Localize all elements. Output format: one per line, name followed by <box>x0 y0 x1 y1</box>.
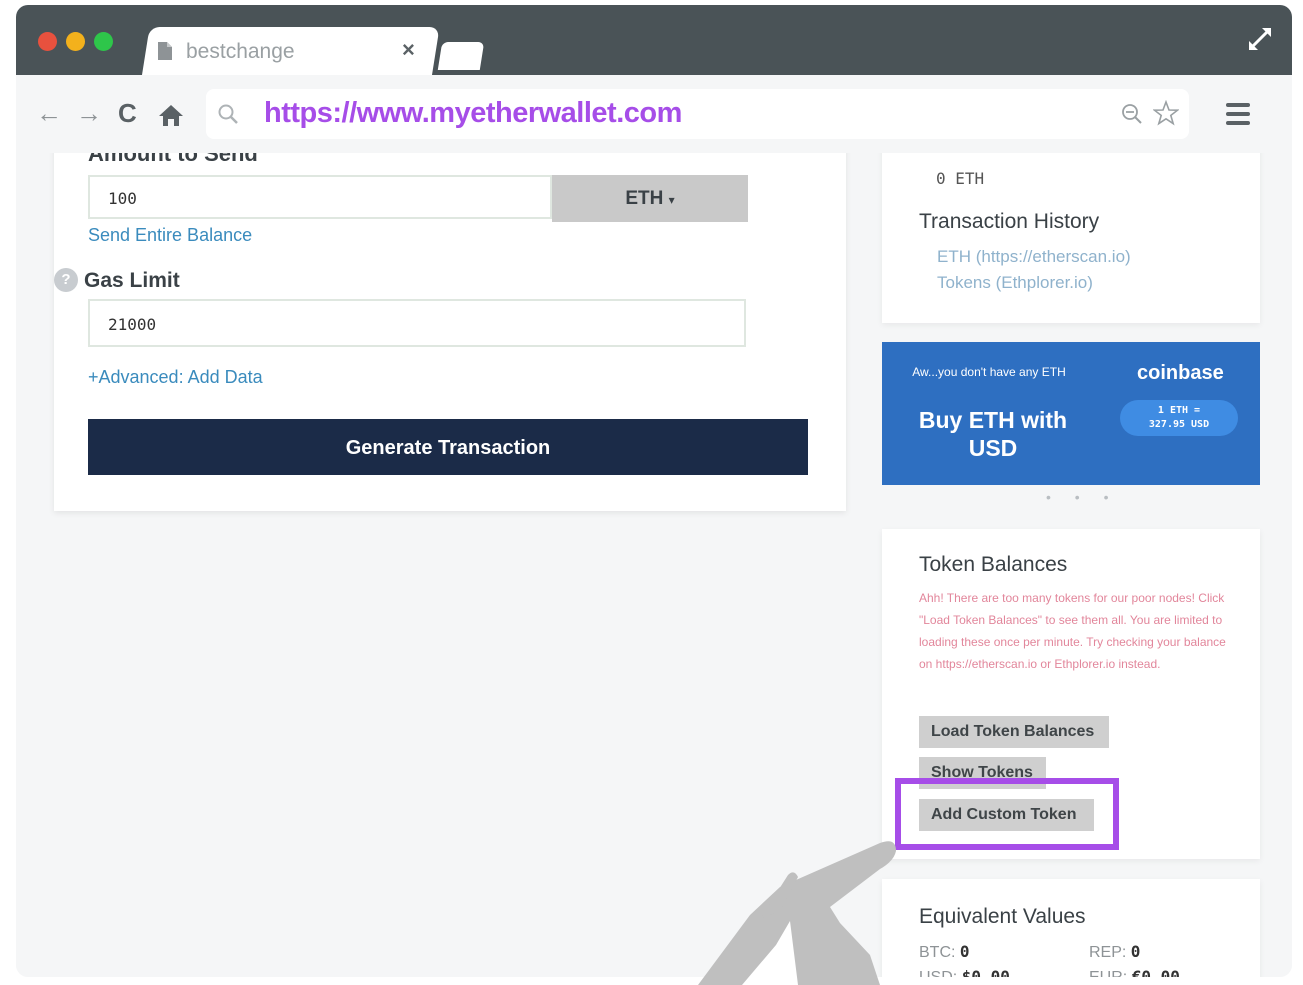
etherscan-link[interactable]: ETH (https://etherscan.io) <box>937 247 1131 267</box>
token-balances-title: Token Balances <box>919 553 1068 576</box>
address-bar[interactable]: https://www.myetherwallet.com <box>206 89 1189 139</box>
close-window-button[interactable] <box>38 32 57 51</box>
forward-arrow-icon[interactable]: → <box>76 99 102 127</box>
search-icon <box>218 104 238 124</box>
currency-dropdown[interactable]: ETH ▾ <box>552 175 748 222</box>
amount-input[interactable]: 100 <box>88 175 552 219</box>
url-text[interactable]: https://www.myetherwallet.com <box>264 97 682 130</box>
tab-title: bestchange <box>186 40 295 63</box>
equiv-eur: EUR: €0.00 <box>1089 967 1180 977</box>
minimize-window-button[interactable] <box>66 32 85 51</box>
equiv-value: 0 <box>1130 942 1141 961</box>
browser-titlebar: bestchange × <box>16 5 1292 75</box>
coinbase-logo: coinbase <box>1137 362 1224 384</box>
pointing-hand-icon <box>698 841 896 985</box>
zoom-out-icon[interactable] <box>1121 103 1143 125</box>
load-token-balances-button[interactable]: Load Token Balances <box>919 716 1109 748</box>
expand-icon[interactable] <box>1246 25 1274 53</box>
equiv-label: BTC: <box>919 944 956 961</box>
equiv-btc: BTC: 0 <box>919 942 970 962</box>
help-icon[interactable]: ? <box>54 268 78 292</box>
page-content: Amount to Send 100 ETH ▾ Send Entire Bal… <box>16 153 1292 977</box>
hamburger-menu-icon[interactable] <box>1226 103 1250 125</box>
equiv-usd: USD: $0.00 <box>919 967 1010 977</box>
amount-to-send-label: Amount to Send <box>88 153 258 166</box>
maximize-window-button[interactable] <box>94 32 113 51</box>
token-balances-note: Ahh! There are too many tokens for our p… <box>919 591 1226 671</box>
browser-tab-content[interactable]: bestchange × <box>156 27 436 75</box>
account-balance: 0 ETH <box>936 169 985 188</box>
advanced-add-data-link[interactable]: +Advanced: Add Data <box>88 367 263 388</box>
equiv-label: EUR: <box>1089 969 1127 977</box>
gas-limit-input[interactable]: 21000 <box>88 299 746 347</box>
banner-small-text: Aw...you don't have any ETH <box>912 365 1066 379</box>
document-icon <box>158 42 172 60</box>
equiv-value: $0.00 <box>961 967 1010 977</box>
coinbase-banner[interactable]: Aw...you don't have any ETH Buy ETH with… <box>882 342 1260 485</box>
rate-line-1: 1 ETH = <box>1157 405 1201 416</box>
home-icon[interactable] <box>158 103 184 127</box>
equivalent-values-title: Equivalent Values <box>919 905 1086 928</box>
equiv-label: USD: <box>919 969 957 977</box>
equiv-label: REP: <box>1089 944 1127 961</box>
reload-icon[interactable]: C <box>118 99 137 127</box>
currency-value: ETH <box>625 188 664 209</box>
highlight-box <box>895 778 1119 850</box>
send-entire-balance-link[interactable]: Send Entire Balance <box>88 225 252 246</box>
caret-down-icon: ▾ <box>668 193 675 207</box>
equiv-value: 0 <box>959 942 970 961</box>
transaction-history-title: Transaction History <box>919 210 1100 233</box>
new-tab-button[interactable] <box>437 42 485 70</box>
tab-close-icon[interactable]: × <box>402 37 415 63</box>
gas-limit-label: Gas Limit <box>84 269 180 292</box>
bookmark-star-icon[interactable] <box>1153 100 1179 126</box>
equiv-value: €0.00 <box>1131 967 1180 977</box>
ethplorer-link[interactable]: Tokens (Ethplorer.io) <box>937 273 1093 293</box>
rate-line-2: 327.95 USD <box>1148 419 1210 430</box>
equiv-rep: REP: 0 <box>1089 942 1140 962</box>
banner-headline: Buy ETH with USD <box>918 407 1068 461</box>
browser-window: bestchange × ← → C https://www.myetherwa… <box>16 5 1292 977</box>
generate-transaction-button[interactable]: Generate Transaction <box>88 419 808 475</box>
browser-toolbar: ← → C https://www.myetherwallet.com <box>16 75 1292 153</box>
eth-rate-pill: 1 ETH = 327.95 USD <box>1120 400 1238 436</box>
carousel-dots[interactable]: • • • <box>1046 489 1118 505</box>
back-arrow-icon[interactable]: ← <box>36 99 62 127</box>
